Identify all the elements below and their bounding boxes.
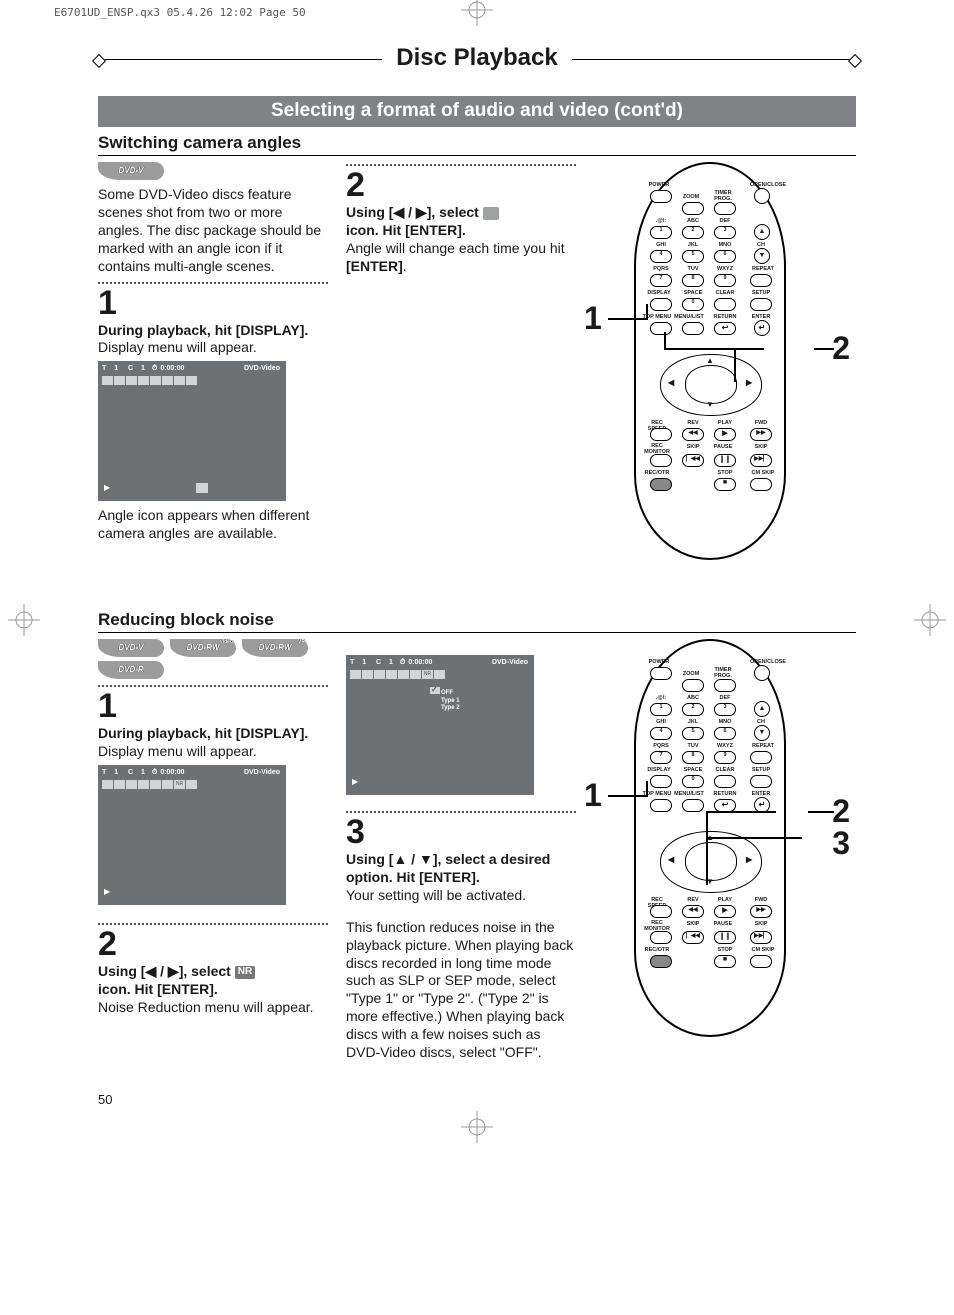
step-body: Display menu will appear. [98, 339, 328, 357]
disc-badge-dvd-rw-vr: VRDVD-RW [242, 639, 308, 657]
disc-label: DVD-Video [244, 365, 280, 374]
crop-mark-right [910, 600, 950, 640]
angle-icon [196, 483, 208, 493]
disc-badge-row: DVD-V [98, 162, 328, 180]
step-heading: During playback, hit [DISPLAY]. [98, 725, 328, 743]
remote-callout-3: 3 [832, 825, 850, 862]
remote-callout-2: 2 [832, 330, 850, 367]
display-screenshot-nr: T 1 C 1 ⏱ 0:00:00 NR DVD-Video OFF Type … [346, 655, 534, 795]
disc-badge-row: DVD-V VideoDVD-RW VRDVD-RW [98, 639, 328, 657]
display-screenshot: T 1 C 1 ⏱ 0:00:00 NR DVD-Video ▶ [98, 765, 286, 905]
remote-key-1: 1 [650, 226, 672, 239]
play-icon: ▶ [352, 777, 358, 787]
remote-callout-1: 1 [584, 300, 602, 337]
remote-nav-center [685, 365, 737, 404]
disc-badge-dvd-rw-video: VideoDVD-RW [170, 639, 236, 657]
disc-label: DVD-Video [244, 769, 280, 778]
step-body: Display menu will appear. [98, 743, 328, 761]
angle-icon [483, 207, 499, 220]
page-number: 50 [98, 1092, 856, 1107]
remote-callout-1: 1 [584, 777, 602, 814]
step-number: 3 [346, 815, 576, 849]
step-number: 1 [98, 286, 328, 320]
intro-text: Some DVD-Video discs feature scenes shot… [98, 186, 328, 276]
step-caption: Angle icon appears when different camera… [98, 507, 328, 543]
subheader-bar: Selecting a format of audio and video (c… [98, 96, 856, 127]
step-body: This function reduces noise in the playb… [346, 919, 576, 1062]
step-body: Your setting will be activated. [346, 887, 576, 905]
display-screenshot: T 1 C 1 ⏱ 0:00:00 DVD-Video ▶ [98, 361, 286, 501]
remote-diagram: POWER OPEN/CLOSE ZOOM TIMER PROG. .@/: A… [634, 162, 786, 560]
section-heading: Reducing block noise [98, 610, 856, 633]
step-heading: Using [◀ / ▶], select icon. Hit [ENTER]. [346, 204, 576, 240]
nr-icon: NR [235, 966, 255, 979]
step-heading: During playback, hit [DISPLAY]. [98, 322, 328, 340]
nr-menu: OFF Type 1 Type 2 [430, 687, 460, 713]
disc-badge-dvd-v: DVD-V [98, 639, 164, 657]
crop-mark-left [4, 600, 44, 640]
crop-mark-bottom [457, 1107, 497, 1147]
disc-badge-dvd-r: DVD-R [98, 661, 164, 679]
crop-mark-top [457, 0, 497, 30]
disc-label: DVD-Video [492, 659, 528, 668]
step-heading: Using [◀ / ▶], select NR icon. Hit [ENTE… [98, 963, 328, 999]
page-title: Disc Playback [382, 44, 571, 72]
remote-key-enter: ↵ [754, 320, 770, 336]
step-heading: Using [▲ / ▼], select a desired option. … [346, 851, 576, 887]
play-icon: ▶ [104, 483, 110, 493]
page-title-bar: Disc Playback [98, 59, 856, 88]
step-number: 2 [98, 927, 328, 961]
remote-key-display [650, 298, 672, 311]
step-number: 1 [98, 689, 328, 723]
step-number: 2 [346, 168, 576, 202]
section-heading: Switching camera angles [98, 133, 856, 156]
play-icon: ▶ [104, 887, 110, 897]
step-body: Noise Reduction menu will appear. [98, 999, 328, 1017]
disc-badge-dvd-v: DVD-V [98, 162, 164, 180]
step-body: Angle will change each time you hit [ENT… [346, 240, 576, 276]
